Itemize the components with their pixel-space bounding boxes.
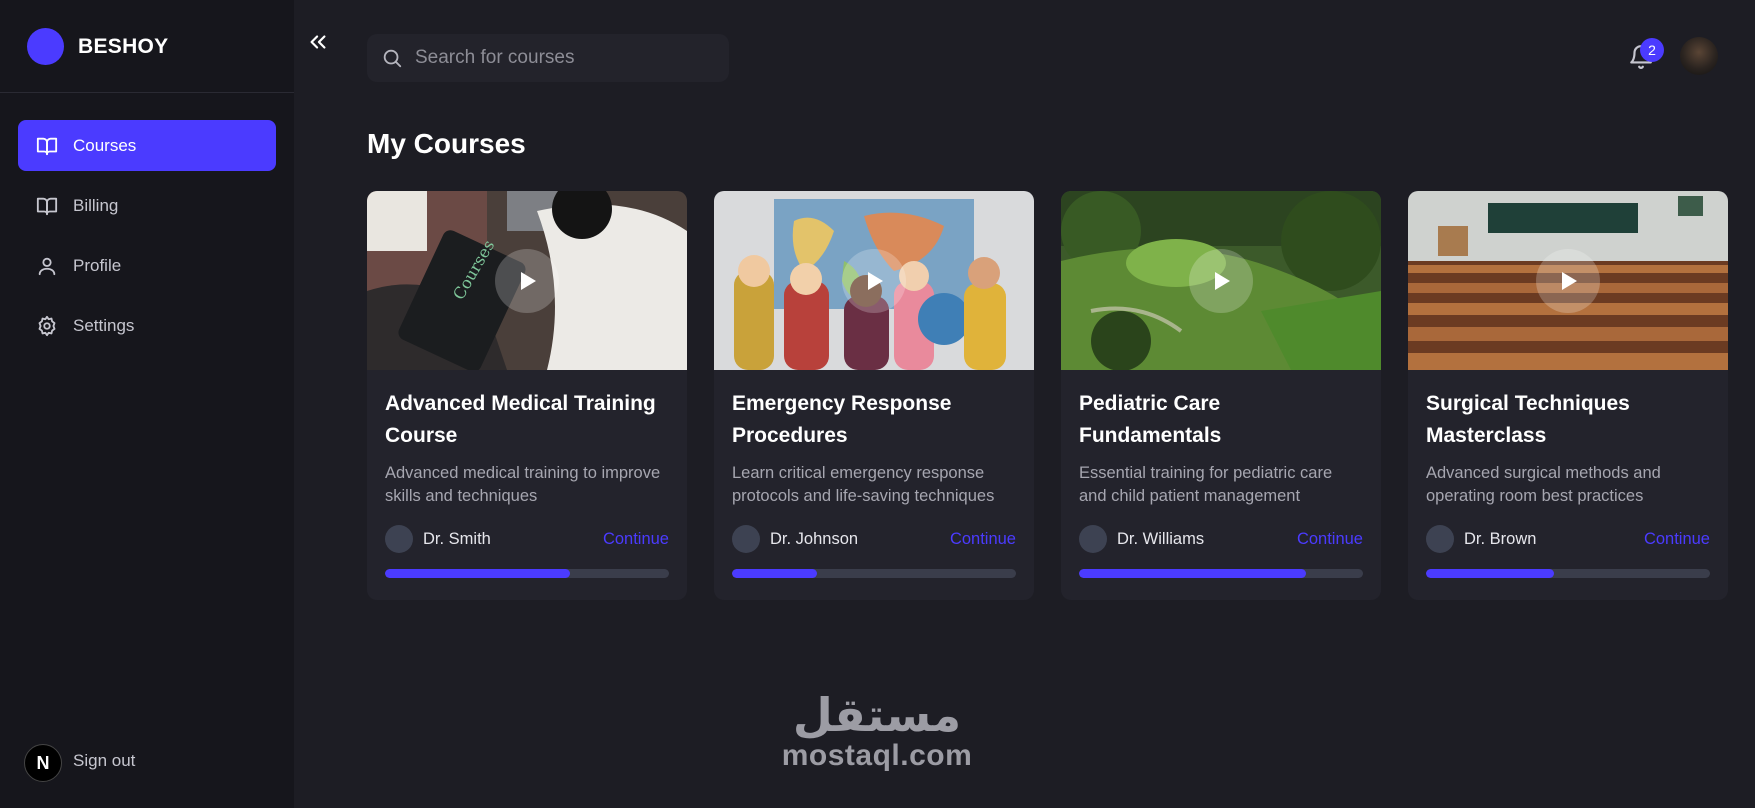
course-thumbnail[interactable] (1408, 191, 1728, 370)
instructor: Dr. Williams (1079, 525, 1204, 553)
course-thumbnail[interactable] (714, 191, 1034, 370)
play-button[interactable] (1536, 249, 1600, 313)
progress-bar (732, 569, 1016, 578)
notification-count-badge: 2 (1640, 38, 1664, 62)
instructor-avatar (1426, 525, 1454, 553)
collapse-sidebar-button[interactable] (304, 28, 332, 56)
progress-fill (1426, 569, 1554, 578)
continue-link[interactable]: Continue (1297, 530, 1363, 549)
play-button[interactable] (1189, 249, 1253, 313)
continue-link[interactable]: Continue (603, 530, 669, 549)
watermark-arabic: مستقل (792, 689, 962, 741)
play-icon (521, 272, 536, 290)
sidebar-item-label: Billing (73, 195, 119, 215)
progress-fill (732, 569, 818, 578)
course-card[interactable]: Emergency Response Procedures Learn crit… (714, 191, 1034, 600)
course-card[interactable]: Surgical Techniques Masterclass Advanced… (1408, 191, 1728, 600)
course-title: Pediatric Care Fundamentals (1079, 392, 1222, 447)
brand-logo (27, 28, 64, 65)
sidebar-divider (0, 92, 294, 93)
instructor-avatar (385, 525, 413, 553)
course-thumbnail[interactable]: Courses (367, 191, 687, 370)
book-open-icon (36, 195, 58, 217)
course-description: Essential training for pediatric care an… (1079, 464, 1333, 505)
instructor-avatar (732, 525, 760, 553)
progress-fill (385, 569, 570, 578)
sidebar: BESHOY Courses Billing Profile Settings (0, 0, 294, 808)
course-title: Advanced Medical Training Course (385, 392, 656, 447)
sidebar-item-billing[interactable]: Billing (18, 180, 276, 231)
chevrons-left-icon (310, 35, 326, 49)
brand-name: BESHOY (78, 34, 169, 58)
sidebar-item-label: Profile (73, 255, 122, 275)
instructor: Dr. Smith (385, 525, 491, 553)
progress-bar (1079, 569, 1363, 578)
course-thumbnail[interactable] (1061, 191, 1381, 370)
instructor-name: Dr. Johnson (770, 529, 859, 548)
play-icon (868, 272, 883, 290)
instructor-name: Dr. Smith (423, 529, 491, 548)
course-description: Advanced surgical methods and operating … (1426, 464, 1661, 505)
sidebar-item-profile[interactable]: Profile (18, 240, 276, 291)
user-avatar[interactable] (1680, 37, 1718, 75)
course-card[interactable]: Courses Advanced Medical Training Course… (367, 191, 687, 600)
course-title: Surgical Techniques Masterclass (1426, 392, 1630, 447)
progress-bar (1426, 569, 1710, 578)
watermark-latin: mostaql.com (781, 739, 973, 772)
sidebar-item-courses[interactable]: Courses (18, 120, 276, 171)
page-title: My Courses (367, 128, 526, 159)
sidebar-item-label: Settings (73, 315, 135, 335)
continue-link[interactable]: Continue (1644, 530, 1710, 549)
play-icon (1215, 272, 1230, 290)
brand[interactable]: BESHOY (27, 28, 169, 65)
course-description: Advanced medical training to improve ski… (385, 464, 661, 505)
course-description: Learn critical emergency response protoc… (732, 464, 995, 505)
search-input[interactable] (415, 47, 715, 69)
sidebar-nav: Courses Billing Profile Settings (18, 120, 276, 360)
course-title: Emergency Response Procedures (732, 392, 952, 447)
sidebar-item-label: Courses (73, 135, 137, 155)
sign-out-button[interactable]: N Sign out (24, 744, 135, 782)
play-button[interactable] (842, 249, 906, 313)
instructor-name: Dr. Brown (1464, 529, 1537, 548)
instructor-name: Dr. Williams (1117, 529, 1205, 548)
instructor: Dr. Johnson (732, 525, 858, 553)
instructor: Dr. Brown (1426, 525, 1536, 553)
course-card[interactable]: Pediatric Care Fundamentals Essential tr… (1061, 191, 1381, 600)
user-icon (36, 255, 58, 277)
play-icon (1562, 272, 1577, 290)
n-logo-icon: N (24, 744, 62, 782)
gear-icon (36, 315, 58, 337)
progress-bar (385, 569, 669, 578)
progress-fill (1079, 569, 1307, 578)
play-button[interactable] (495, 249, 559, 313)
continue-link[interactable]: Continue (950, 530, 1016, 549)
instructor-avatar (1079, 525, 1107, 553)
search-icon (381, 47, 403, 69)
sidebar-item-settings[interactable]: Settings (18, 300, 276, 351)
sign-out-label: Sign out (73, 751, 136, 770)
book-open-icon (36, 135, 58, 157)
search-bar[interactable] (367, 34, 729, 82)
watermark: مستقل mostaql.com (770, 690, 984, 772)
